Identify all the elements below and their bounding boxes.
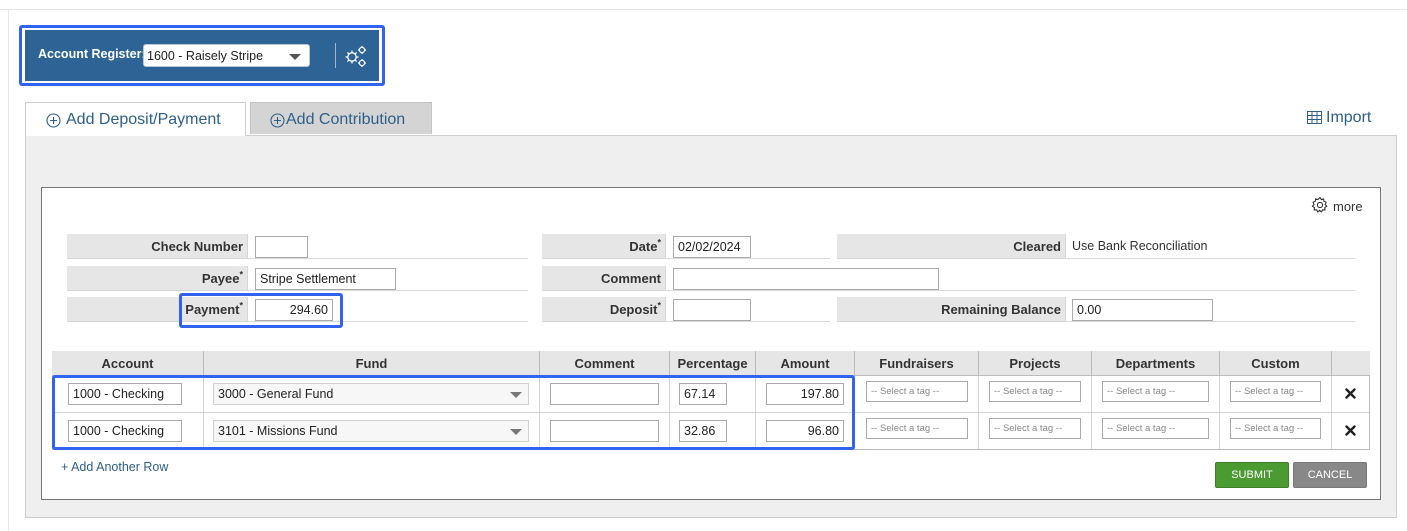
import-link[interactable]: Import (1307, 109, 1371, 127)
account-register-select[interactable]: 1600 - Raisely Stripe (143, 44, 310, 67)
column-header-account: Account (52, 351, 204, 376)
circle-plus-icon (270, 113, 285, 128)
projects-tag-select[interactable]: -- Select a tag -- (989, 381, 1081, 402)
date-label: Date* (542, 234, 666, 259)
column-divider (978, 376, 979, 449)
field-underline (666, 266, 1355, 291)
column-divider (1219, 376, 1220, 449)
comment-label: Comment (542, 266, 666, 291)
column-header-fundraisers: Fundraisers (855, 351, 979, 376)
field-underline (248, 266, 528, 291)
column-header-fund: Fund (204, 351, 540, 376)
column-header-percentage: Percentage (670, 351, 756, 376)
import-label: Import (1326, 109, 1372, 126)
column-header-amount: Amount (756, 351, 855, 376)
left-divider (8, 9, 9, 531)
top-divider (0, 9, 1407, 10)
more-label: more (1333, 199, 1363, 214)
table-icon (1307, 111, 1322, 124)
field-underline (1066, 297, 1355, 322)
column-header-comment: Comment (540, 351, 670, 376)
column-header-projects: Projects (979, 351, 1092, 376)
gears-icon[interactable] (341, 42, 369, 70)
circle-plus-icon (46, 113, 61, 128)
column-divider (1331, 376, 1332, 449)
field-underline (666, 234, 830, 259)
tab-add-contribution[interactable]: Add Contribution (250, 102, 432, 134)
payment-highlight (179, 293, 343, 328)
tab-label: Add Contribution (286, 111, 406, 128)
departments-tag-select[interactable]: -- Select a tag -- (1102, 381, 1209, 402)
account-register-label: Account Register: (38, 47, 146, 61)
custom-tag-select[interactable]: -- Select a tag -- (1230, 418, 1321, 439)
tab-add-deposit-payment[interactable]: Add Deposit/Payment (25, 102, 246, 136)
column-header-custom: Custom (1220, 351, 1332, 376)
rows-highlight (52, 375, 855, 450)
field-underline (248, 234, 528, 259)
cleared-label: Cleared (837, 234, 1066, 259)
column-divider (1091, 376, 1092, 449)
payee-label: Payee* (67, 266, 248, 291)
chevron-down-icon (289, 54, 301, 60)
gear-icon (1311, 196, 1328, 213)
column-header-departments: Departments (1092, 351, 1220, 376)
more-button[interactable]: more (1311, 193, 1363, 214)
column-header-actions (1332, 351, 1370, 376)
tab-label: Add Deposit/Payment (66, 111, 221, 128)
check-number-label: Check Number (67, 234, 248, 259)
register-separator (335, 43, 336, 68)
fundraisers-tag-select[interactable]: -- Select a tag -- (866, 381, 968, 402)
submit-button[interactable]: SUBMIT (1215, 462, 1289, 488)
custom-tag-select[interactable]: -- Select a tag -- (1230, 381, 1321, 402)
account-register-bar: Account Register: 1600 - Raisely Stripe (25, 30, 379, 81)
delete-row-icon[interactable] (1345, 388, 1356, 399)
delete-row-icon[interactable] (1345, 425, 1356, 436)
account-register-value: 1600 - Raisely Stripe (147, 49, 264, 63)
field-underline (1066, 234, 1355, 259)
remaining-balance-label: Remaining Balance (837, 297, 1066, 322)
add-another-row-link[interactable]: + Add Another Row (61, 460, 168, 474)
deposit-label: Deposit* (542, 297, 666, 322)
cancel-button[interactable]: CANCEL (1293, 462, 1367, 488)
field-underline (666, 297, 830, 322)
departments-tag-select[interactable]: -- Select a tag -- (1102, 418, 1209, 439)
projects-tag-select[interactable]: -- Select a tag -- (989, 418, 1081, 439)
fundraisers-tag-select[interactable]: -- Select a tag -- (866, 418, 968, 439)
